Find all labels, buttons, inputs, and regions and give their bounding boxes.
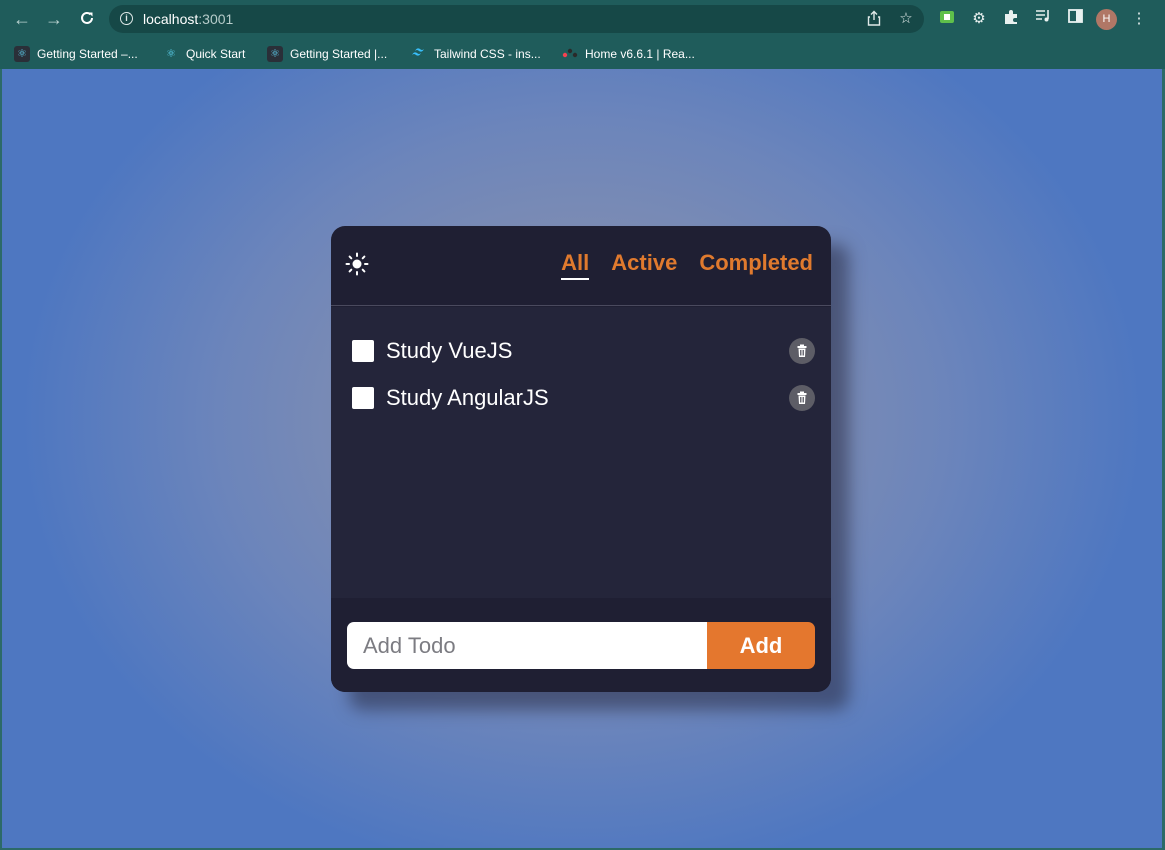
bookmark-label: Home v6.6.1 | Rea... xyxy=(585,47,695,61)
todo-text: Study VueJS xyxy=(386,338,513,363)
page-viewport: All Active Completed Study VueJS Study A… xyxy=(2,69,1162,848)
todo-checkbox[interactable] xyxy=(352,340,374,362)
react-icon: ⚛ xyxy=(166,48,176,60)
extension-green-glyph xyxy=(940,11,954,23)
todo-card: All Active Completed Study VueJS Study A… xyxy=(331,226,831,692)
forward-icon[interactable]: → xyxy=(44,9,64,29)
extensions-puzzle-icon[interactable] xyxy=(1001,9,1021,29)
browser-chrome: ← → i localhost:3001 ☆ ⚙ H ⋮ ⚛ Getting S… xyxy=(0,0,1165,69)
todo-item: Study AngularJS xyxy=(351,384,817,414)
share-glyph xyxy=(867,10,881,26)
todo-header: All Active Completed xyxy=(331,226,831,306)
tailwind-glyph xyxy=(412,48,424,56)
bookmark-label: Getting Started |... xyxy=(290,47,388,61)
delete-button[interactable] xyxy=(789,338,815,364)
browser-menu-icon[interactable]: ⋮ xyxy=(1129,9,1149,29)
bookmark-star-icon[interactable]: ☆ xyxy=(897,10,915,28)
side-panel-icon[interactable] xyxy=(1065,9,1085,29)
react-icon: ⚛ xyxy=(267,46,283,62)
bookmark-item[interactable]: ⚛ Quick Start xyxy=(163,43,245,65)
filter-all-tab[interactable]: All xyxy=(561,250,590,280)
tailwind-icon xyxy=(411,46,427,62)
reload-glyph xyxy=(81,11,93,24)
extension-green-icon[interactable] xyxy=(937,9,957,29)
media-glyph xyxy=(1035,10,1049,22)
bookmarks-bar: ⚛ Getting Started –... ⚛ Quick Start ⚛ G… xyxy=(0,38,1165,69)
todo-item: Study VueJS xyxy=(351,337,817,367)
sun-icon[interactable] xyxy=(345,252,369,276)
filter-active-tab[interactable]: Active xyxy=(611,250,677,280)
puzzle-glyph xyxy=(1005,10,1017,24)
url-port: :3001 xyxy=(198,11,234,27)
react-router-glyph xyxy=(562,48,578,58)
todo-text: Study AngularJS xyxy=(386,385,549,410)
add-button[interactable]: Add xyxy=(707,622,815,669)
todo-checkbox[interactable] xyxy=(352,387,374,409)
back-icon[interactable]: ← xyxy=(12,9,32,29)
add-todo-input[interactable] xyxy=(347,622,709,669)
bookmark-item[interactable]: ⚛ Getting Started –... xyxy=(14,43,138,65)
url-host: localhost xyxy=(143,11,199,27)
react-router-icon xyxy=(562,46,578,62)
bookmark-label: Getting Started –... xyxy=(37,47,138,61)
side-panel-glyph xyxy=(1067,9,1083,23)
url-text: localhost:3001 xyxy=(143,11,233,27)
trash-icon xyxy=(797,391,807,404)
todo-list: Study VueJS Study AngularJS xyxy=(331,307,831,598)
delete-button[interactable] xyxy=(789,385,815,411)
bookmark-label: Tailwind CSS - ins... xyxy=(434,47,541,61)
react-icon: ⚛ xyxy=(14,46,30,62)
profile-avatar[interactable]: H xyxy=(1096,9,1117,30)
bookmark-item[interactable]: Home v6.6.1 | Rea... xyxy=(562,43,695,65)
trash-icon xyxy=(797,344,807,357)
media-controls-icon[interactable] xyxy=(1033,9,1053,29)
address-bar[interactable]: i localhost:3001 ☆ xyxy=(109,5,924,33)
add-todo-form: Add xyxy=(331,598,831,692)
reload-icon[interactable] xyxy=(77,9,97,29)
bookmark-item[interactable]: Tailwind CSS - ins... xyxy=(411,43,541,65)
extension-gear-icon[interactable]: ⚙ xyxy=(969,9,989,29)
browser-toolbar: ← → i localhost:3001 ☆ ⚙ H ⋮ xyxy=(0,0,1165,38)
sun-glyph xyxy=(345,252,369,276)
site-info-icon[interactable]: i xyxy=(120,12,133,25)
filter-tabs: All Active Completed xyxy=(561,250,813,280)
bookmark-item[interactable]: ⚛ Getting Started |... xyxy=(267,43,387,65)
bookmark-label: Quick Start xyxy=(186,47,246,61)
filter-completed-tab[interactable]: Completed xyxy=(699,250,813,280)
share-icon[interactable] xyxy=(865,10,883,28)
